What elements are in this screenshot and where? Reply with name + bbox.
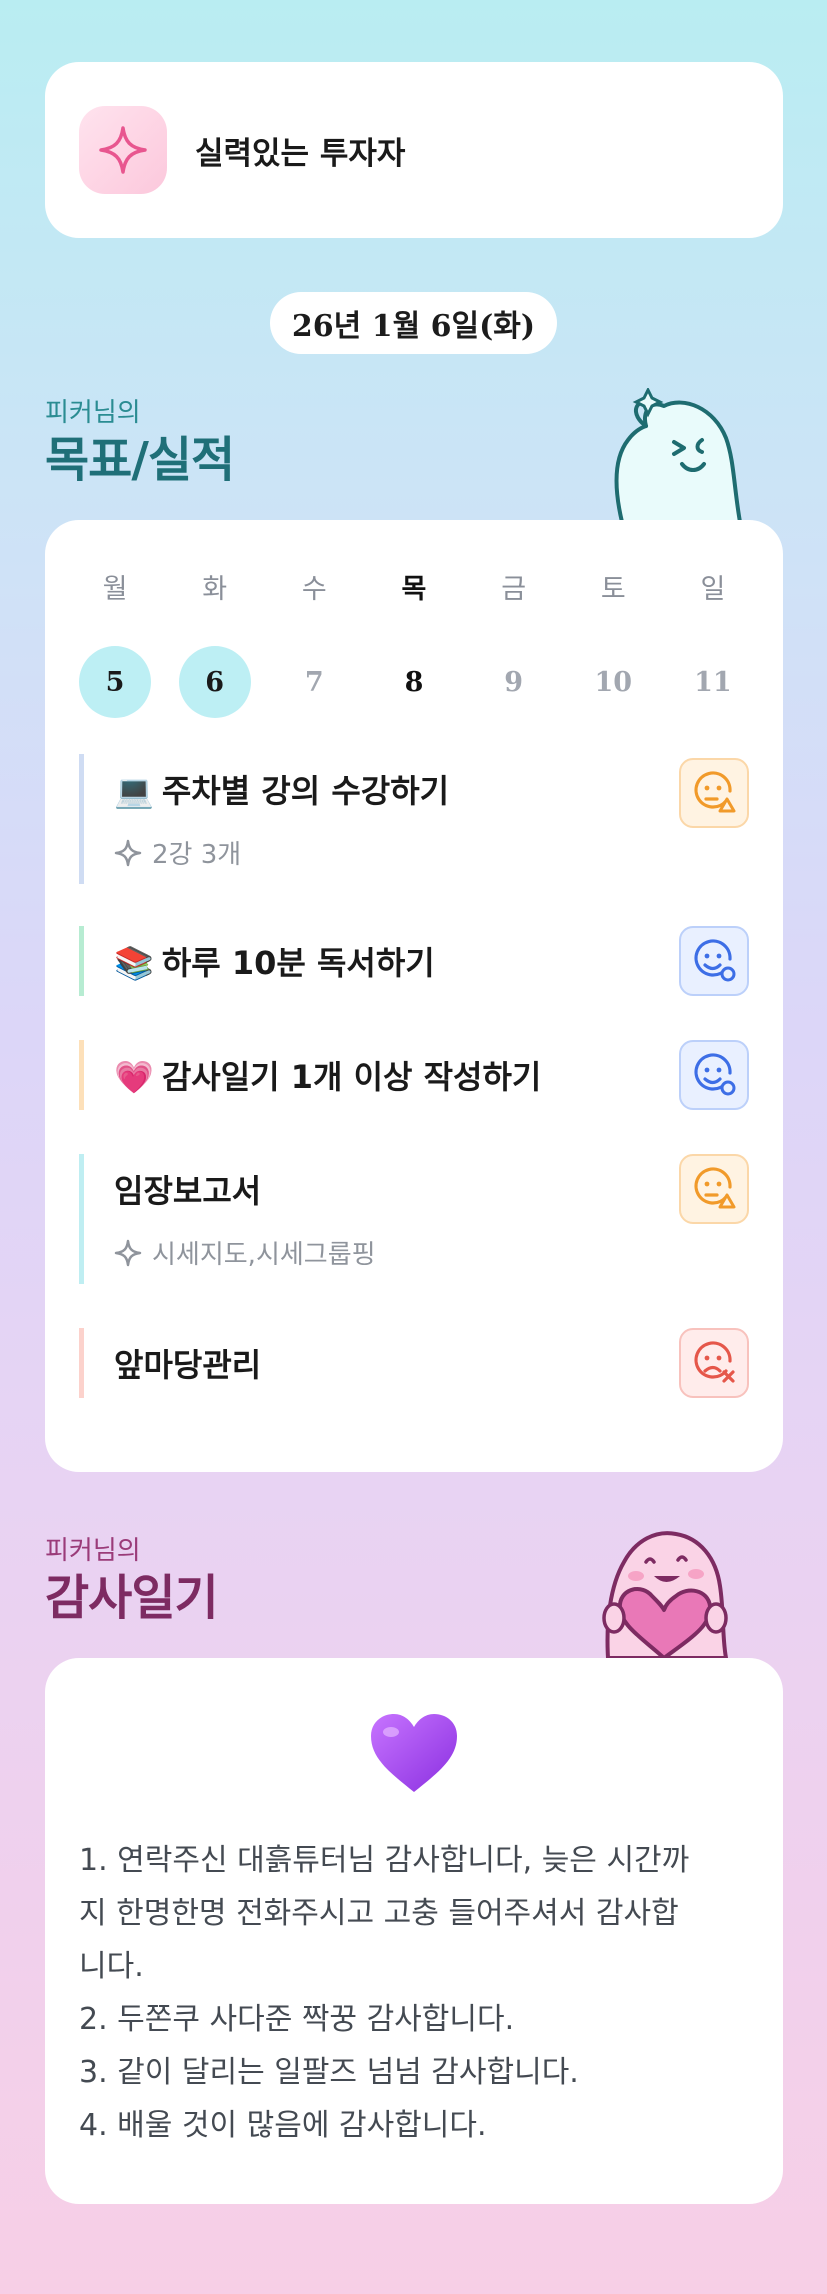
- day-number: 6: [178, 646, 251, 718]
- day-monday[interactable]: 월 5: [79, 570, 151, 718]
- profile-card: 실력있는 투자자: [45, 62, 783, 238]
- day-number: 9: [504, 666, 524, 698]
- goal-title: 💻 주차별 강의 수강하기: [114, 766, 449, 812]
- goals-section-title: 목표/실적: [45, 432, 235, 488]
- day-thursday[interactable]: 목 8: [378, 570, 450, 718]
- goal-item[interactable]: 앞마당관리: [79, 1328, 749, 1398]
- day-label: 금: [501, 574, 527, 605]
- goal-title-text: 임장보고서: [114, 1172, 262, 1210]
- goal-item[interactable]: 💻 주차별 강의 수강하기 2강 3개: [79, 754, 749, 884]
- day-tuesday[interactable]: 화 6: [178, 570, 251, 718]
- day-label: 일: [700, 574, 726, 605]
- goal-title: 앞마당관리: [114, 1340, 261, 1386]
- day-label: 수: [301, 574, 327, 605]
- smile-face-check-icon[interactable]: [679, 1040, 749, 1110]
- date-pill[interactable]: 26년 1월 6일(화): [270, 292, 557, 354]
- goal-title: 임장보고서: [114, 1166, 261, 1212]
- goal-title: 📚 하루 10분 독서하기: [114, 938, 435, 984]
- gratitude-line: 3. 같이 달리는 일팔즈 넘넘 감사합니다.: [79, 2055, 579, 2090]
- day-number: 8: [404, 666, 424, 698]
- goal-title-text: 감사일기 1개 이상 작성하기: [161, 1058, 542, 1096]
- ghost-mascot-icon: [584, 386, 744, 526]
- day-label: 월: [102, 574, 128, 605]
- gratitude-section-title: 감사일기: [45, 1570, 219, 1626]
- smile-face-check-icon[interactable]: [679, 926, 749, 996]
- goals-card: 월 5 화 6 수 7 목 8 금 9 토 10 일 11 💻 주차별 강의 수…: [45, 520, 783, 1472]
- gratitude-line: 2. 두쫀쿠 사다준 짝꿍 감사합니다.: [79, 2002, 515, 2037]
- neutral-face-warning-icon[interactable]: [679, 1154, 749, 1224]
- day-friday[interactable]: 금 9: [478, 570, 550, 718]
- sparkle-icon: [114, 1239, 142, 1266]
- day-wednesday[interactable]: 수 7: [278, 570, 350, 718]
- day-number: 11: [694, 666, 732, 698]
- gratitude-line: 4. 배울 것이 많음에 감사합니다.: [79, 2108, 487, 2143]
- day-saturday[interactable]: 토 10: [577, 570, 649, 718]
- gratitude-line: 지 한명한명 전화주시고 고충 들어주셔서 감사합: [79, 1896, 679, 1931]
- goal-detail: 시세지도,시세그룹핑: [114, 1234, 376, 1271]
- goal-item[interactable]: 📚 하루 10분 독서하기: [79, 926, 749, 996]
- goal-item[interactable]: 💗 감사일기 1개 이상 작성하기: [79, 1040, 749, 1110]
- sad-face-x-icon[interactable]: [679, 1328, 749, 1398]
- gratitude-line: 니다.: [79, 1949, 144, 1984]
- goal-title-text: 하루 10분 독서하기: [161, 944, 435, 982]
- day-label: 목: [401, 574, 427, 605]
- heart-mascot-icon: [584, 1526, 744, 1662]
- books-icon: 📚: [114, 944, 154, 982]
- profile-name: 실력있는 투자자: [195, 136, 406, 172]
- goal-detail: 2강 3개: [114, 834, 241, 871]
- goal-item[interactable]: 임장보고서 시세지도,시세그룹핑: [79, 1154, 749, 1284]
- goal-title: 💗 감사일기 1개 이상 작성하기: [114, 1052, 541, 1098]
- day-number: 10: [594, 666, 633, 698]
- purple-heart-icon: [369, 1712, 459, 1798]
- week-calendar: 월 5 화 6 수 7 목 8 금 9 토 10 일 11: [79, 570, 749, 718]
- day-label: 화: [202, 574, 228, 605]
- sparkle-icon: [114, 839, 142, 866]
- day-number: 7: [304, 666, 324, 698]
- neutral-face-warning-icon[interactable]: [679, 758, 749, 828]
- gratitude-line: 1. 연락주신 대흙튜터님 감사합니다, 늦은 시간까: [79, 1843, 690, 1878]
- sparkle-icon: [79, 106, 167, 194]
- gratitude-card: 1. 연락주신 대흙튜터님 감사합니다, 늦은 시간까 지 한명한명 전화주시고…: [45, 1658, 783, 2204]
- day-sunday[interactable]: 일 11: [677, 570, 749, 718]
- goal-detail-text: 시세지도,시세그룹핑: [152, 1240, 376, 1270]
- goal-title-text: 주차별 강의 수강하기: [161, 772, 450, 810]
- goal-detail-text: 2강 3개: [152, 840, 242, 870]
- heart-icon: 💗: [114, 1058, 154, 1096]
- goal-title-text: 앞마당관리: [114, 1346, 262, 1384]
- gratitude-text: 1. 연락주신 대흙튜터님 감사합니다, 늦은 시간까 지 한명한명 전화주시고…: [79, 1834, 759, 2152]
- day-number: 5: [79, 646, 151, 718]
- laptop-icon: 💻: [114, 772, 154, 810]
- day-label: 토: [600, 574, 626, 605]
